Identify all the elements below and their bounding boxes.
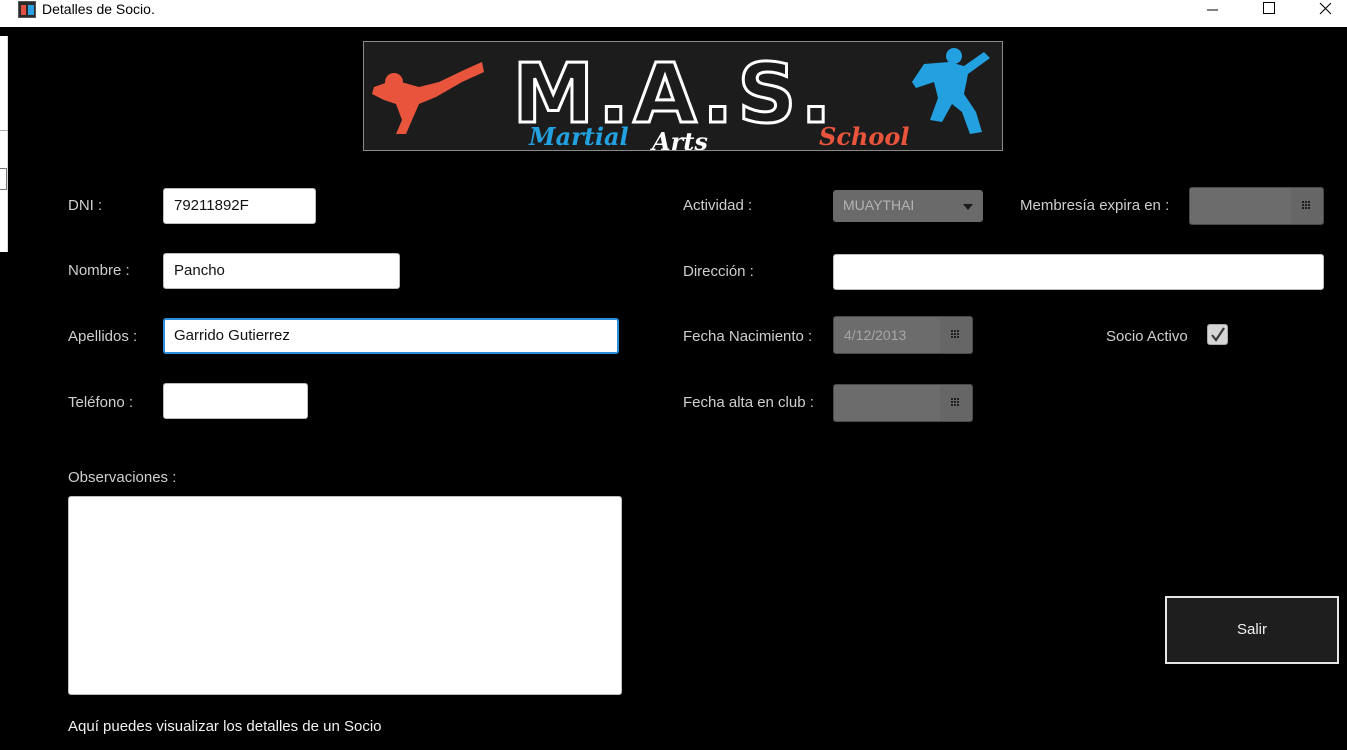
apellidos-label: Apellidos :	[68, 328, 138, 345]
direccion-field[interactable]	[833, 254, 1324, 290]
window-titlebar[interactable]: Detalles de Socio.	[0, 0, 1347, 27]
fecha-nacimiento-calendar-button[interactable]	[940, 317, 972, 353]
minimize-button[interactable]	[1190, 0, 1236, 20]
logo-word-arts: Arts	[650, 127, 708, 151]
socio-activo-label: Socio Activo	[1106, 328, 1188, 345]
calendar-icon	[1302, 201, 1312, 210]
fecha-alta-datepicker[interactable]	[833, 384, 973, 422]
telefono-field[interactable]	[163, 383, 308, 419]
background-window-divider	[0, 130, 8, 131]
close-icon	[1319, 2, 1332, 15]
logo-word-martial: Martial	[528, 122, 629, 151]
dni-label: DNI :	[68, 197, 103, 214]
close-button[interactable]	[1302, 0, 1347, 20]
app-icon	[18, 1, 36, 18]
checkmark-icon	[1211, 327, 1225, 342]
nombre-field[interactable]: Pancho	[163, 253, 400, 289]
calendar-icon	[951, 398, 961, 407]
socio-activo-checkbox[interactable]	[1207, 324, 1228, 345]
maximize-icon	[1263, 2, 1275, 14]
left-fighter-icon	[372, 62, 484, 134]
school-logo-banner: M.A.S. Martial Arts School	[363, 41, 1003, 151]
background-window-control	[0, 168, 7, 190]
membresia-datepicker[interactable]	[1189, 187, 1324, 225]
membresia-label: Membresía expira en :	[1020, 197, 1170, 214]
window-title: Detalles de Socio.	[42, 1, 155, 17]
observaciones-label: Observaciones :	[68, 469, 177, 486]
calendar-icon	[951, 330, 961, 339]
actividad-select[interactable]: MUAYTHAI	[833, 190, 983, 222]
background-window-strip	[0, 36, 8, 252]
actividad-value: MUAYTHAI	[843, 197, 915, 213]
fecha-alta-calendar-button[interactable]	[940, 385, 972, 421]
fecha-nacimiento-datepicker[interactable]: 4/12/2013	[833, 316, 973, 354]
actividad-label: Actividad :	[683, 197, 753, 214]
minimize-icon	[1207, 9, 1218, 11]
logo-word-school: School	[819, 122, 910, 151]
chevron-down-icon	[963, 204, 973, 210]
fecha-alta-label: Fecha alta en club :	[683, 394, 814, 411]
footer-hint: Aquí puedes visualizar los detalles de u…	[68, 718, 382, 735]
membresia-calendar-button[interactable]	[1291, 188, 1323, 224]
membresia-date-text[interactable]	[1190, 188, 1292, 224]
telefono-label: Teléfono :	[68, 394, 134, 411]
maximize-button[interactable]	[1246, 0, 1292, 20]
salir-button[interactable]: Salir	[1165, 596, 1339, 664]
fecha-alta-date-text[interactable]	[834, 385, 941, 421]
apellidos-field[interactable]: Garrido Gutierrez	[163, 318, 619, 354]
nombre-label: Nombre :	[68, 262, 130, 279]
direccion-label: Dirección :	[683, 263, 754, 280]
fecha-nacimiento-date-text[interactable]: 4/12/2013	[834, 317, 941, 353]
observaciones-textarea[interactable]	[68, 496, 622, 695]
fecha-nacimiento-label: Fecha Nacimiento :	[683, 328, 813, 345]
dni-field[interactable]: 79211892F	[163, 188, 316, 224]
right-fighter-icon	[912, 48, 990, 134]
